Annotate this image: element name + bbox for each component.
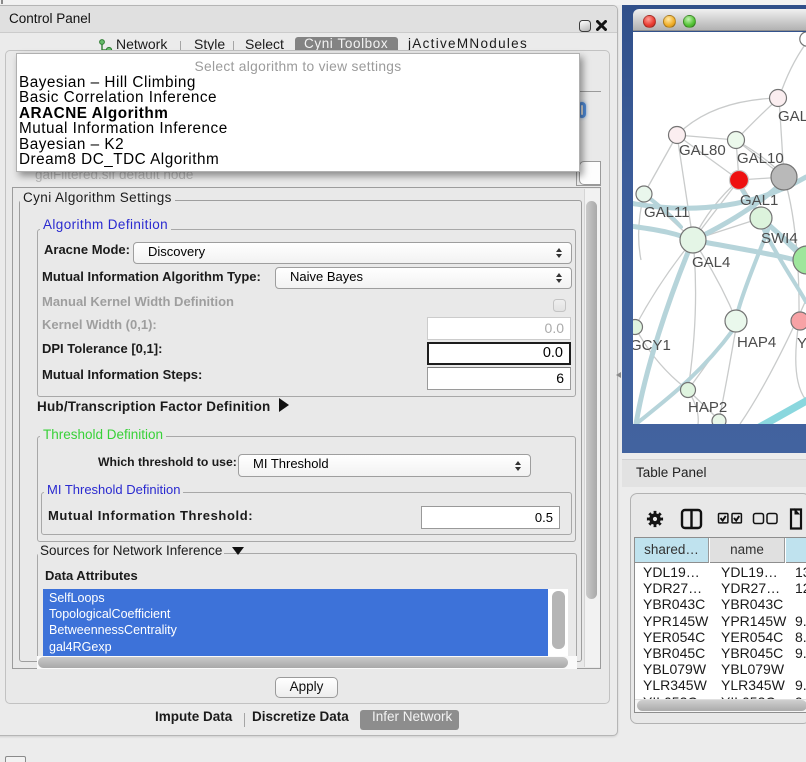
svg-text:GAL80: GAL80 <box>679 142 726 159</box>
svg-text:GAL4: GAL4 <box>692 254 730 271</box>
svg-text:Y: Y <box>797 335 806 352</box>
svg-text:GAL11: GAL11 <box>644 204 690 221</box>
svg-text:GAL10: GAL10 <box>737 150 784 167</box>
svg-text:GAL1: GAL1 <box>740 192 778 209</box>
svg-text:SWI4: SWI4 <box>761 230 798 247</box>
svg-text:GCY1: GCY1 <box>633 337 671 354</box>
svg-text:HAP4: HAP4 <box>737 334 776 351</box>
svg-text:HAP2: HAP2 <box>688 399 727 416</box>
svg-text:GAL2: GAL2 <box>778 108 806 125</box>
